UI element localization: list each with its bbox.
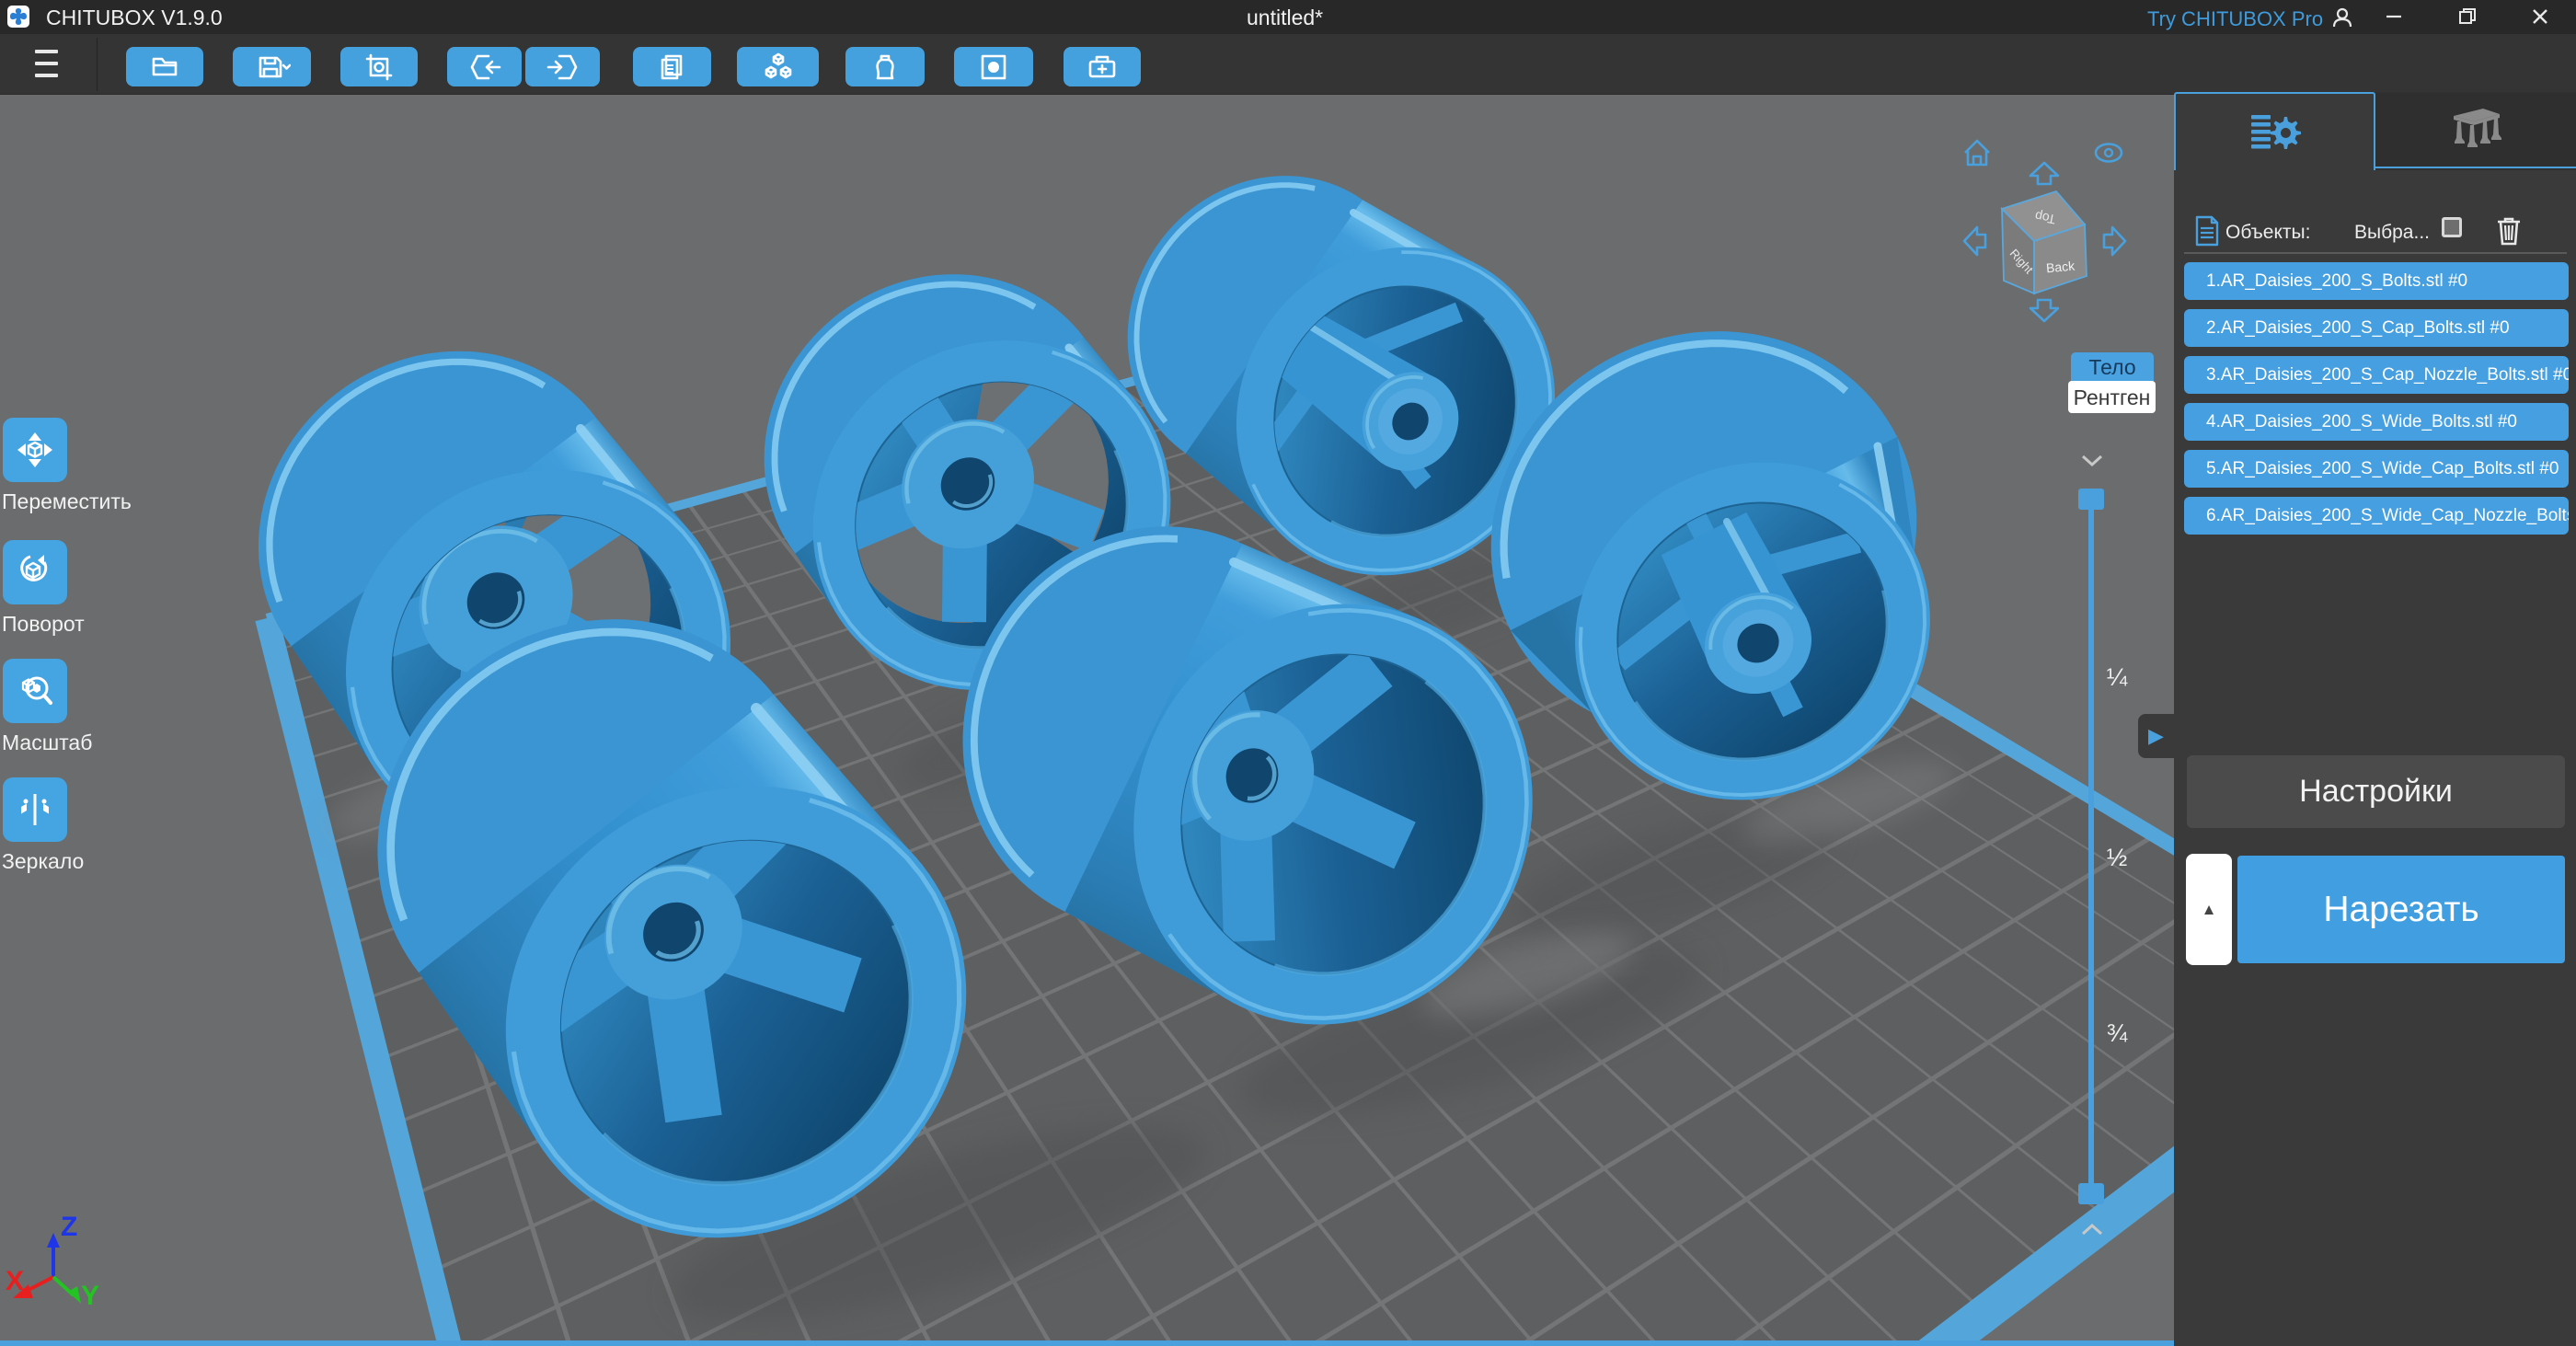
svg-text:Back: Back — [2045, 259, 2076, 276]
svg-text:¾: ¾ — [2107, 1019, 2128, 1047]
svg-text:½: ½ — [2107, 844, 2128, 871]
svg-text:X: X — [6, 1266, 24, 1296]
svg-text:¼: ¼ — [2107, 663, 2128, 691]
svg-text:Z: Z — [61, 1212, 77, 1242]
svg-text:Y: Y — [81, 1281, 99, 1311]
